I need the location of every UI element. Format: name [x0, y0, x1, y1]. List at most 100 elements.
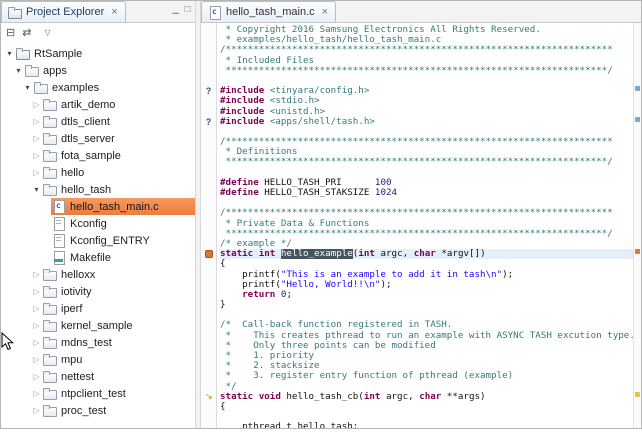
tree-item-body[interactable]: Makefile — [51, 249, 195, 266]
code-line[interactable]: pthread_t hello_tash; — [220, 422, 633, 428]
tree-item-body[interactable]: proc_test — [42, 402, 195, 419]
tree-item-body[interactable]: dtls_server — [42, 130, 195, 147]
code-line[interactable]: * Only three points can be modified — [220, 341, 633, 351]
code-line[interactable]: ****************************************… — [220, 229, 633, 239]
chevron-expanded-icon[interactable]: ▾ — [31, 185, 42, 194]
code-line[interactable]: #include <stdio.h> — [220, 96, 633, 106]
tree-item-body[interactable]: Kconfig_ENTRY — [51, 232, 195, 249]
chevron-collapsed-icon[interactable]: ▷ — [31, 406, 42, 415]
tree-item-body[interactable]: hello_tash — [42, 181, 195, 198]
tree-item-mpu[interactable]: ▷mpu — [1, 351, 195, 368]
chevron-collapsed-icon[interactable]: ▷ — [31, 134, 42, 143]
code-line[interactable]: * Private Data & Functions — [220, 219, 633, 229]
tree-item-mdns_test[interactable]: ▷mdns_test — [1, 334, 195, 351]
tree-item-body[interactable]: examples — [33, 79, 195, 96]
view-menu-icon[interactable]: ▽ — [44, 29, 50, 37]
tree-item-examples[interactable]: ▾examples — [1, 79, 195, 96]
chevron-collapsed-icon[interactable]: ▷ — [31, 389, 42, 398]
minimize-view-button[interactable]: ▁ — [173, 6, 179, 14]
tree-item-RtSample[interactable]: ▾RtSample — [1, 45, 195, 62]
code-line[interactable]: ****************************************… — [220, 66, 633, 76]
code-line[interactable]: ****************************************… — [220, 157, 633, 167]
code-line[interactable]: return 0; — [220, 290, 633, 300]
code-line[interactable]: /* Call-back function registered in TASH… — [220, 320, 633, 330]
tree-item-body[interactable]: mdns_test — [42, 334, 195, 351]
code-line[interactable]: * examples/hello_tash/hello_tash_main.c — [220, 35, 633, 45]
question-marker-icon[interactable]: ? — [206, 117, 212, 127]
tree-item-body[interactable]: fota_sample — [42, 147, 195, 164]
overview-mark-question[interactable] — [635, 117, 640, 122]
chevron-collapsed-icon[interactable]: ▷ — [31, 321, 42, 330]
collapse-all-icon[interactable]: ⊟ — [6, 28, 15, 39]
code-line[interactable]: * 3. register entry function of pthread … — [220, 371, 633, 381]
tab-project-explorer[interactable]: Project Explorer × — [1, 1, 126, 22]
tree-item-body[interactable]: helloxx — [42, 266, 195, 283]
tree-item-body[interactable]: ntpclient_test — [42, 385, 195, 402]
link-with-editor-icon[interactable]: ⇄ — [22, 28, 31, 39]
tree-item-nettest[interactable]: ▷nettest — [1, 368, 195, 385]
code-line[interactable]: * Included Files — [220, 56, 633, 66]
tree-item-body[interactable]: mpu — [42, 351, 195, 368]
tree-item-body[interactable]: Kconfig — [51, 215, 195, 232]
chevron-expanded-icon[interactable]: ▾ — [4, 49, 15, 58]
code-line[interactable] — [220, 168, 633, 178]
code-line[interactable]: printf("Hello, World!!\n"); — [220, 280, 633, 290]
code-line[interactable]: } — [220, 300, 633, 310]
tree-item-Kconfig_ENTRY[interactable]: Kconfig_ENTRY — [1, 232, 195, 249]
chevron-collapsed-icon[interactable]: ▷ — [31, 100, 42, 109]
chevron-collapsed-icon[interactable]: ▷ — [31, 168, 42, 177]
tree-item-Kconfig[interactable]: Kconfig — [1, 215, 195, 232]
close-icon[interactable]: × — [111, 7, 117, 18]
tree-item-hello[interactable]: ▷hello — [1, 164, 195, 181]
code-line[interactable] — [220, 310, 633, 320]
code-line[interactable] — [220, 198, 633, 208]
tree-item-dtls_server[interactable]: ▷dtls_server — [1, 130, 195, 147]
code-line[interactable] — [220, 412, 633, 422]
tree-item-dtls_client[interactable]: ▷dtls_client — [1, 113, 195, 130]
tree-item-body[interactable]: apps — [24, 62, 195, 79]
tree-item-body[interactable]: artik_demo — [42, 96, 195, 113]
chevron-expanded-icon[interactable]: ▾ — [13, 66, 24, 75]
code-line[interactable]: #define HELLO_TASH_PRI 100 — [220, 178, 633, 188]
tree-item-body[interactable]: hello_tash_main.c — [51, 198, 195, 215]
chevron-collapsed-icon[interactable]: ▷ — [31, 287, 42, 296]
chevron-expanded-icon[interactable]: ▾ — [22, 83, 33, 92]
overview-mark-question[interactable] — [635, 86, 640, 91]
code-line[interactable]: * Definitions — [220, 147, 633, 157]
code-line[interactable]: */ — [220, 382, 633, 392]
chevron-collapsed-icon[interactable]: ▷ — [31, 117, 42, 126]
code-line[interactable]: /***************************************… — [220, 45, 633, 55]
tree-item-kernel_sample[interactable]: ▷kernel_sample — [1, 317, 195, 334]
tree-item-proc_test[interactable]: ▷proc_test — [1, 402, 195, 419]
tree-item-body[interactable]: kernel_sample — [42, 317, 195, 334]
tree-item-iotivity[interactable]: ▷iotivity — [1, 283, 195, 300]
code-line[interactable] — [220, 127, 633, 137]
tree-item-fota_sample[interactable]: ▷fota_sample — [1, 147, 195, 164]
code-line[interactable]: #include <unistd.h> — [220, 107, 633, 117]
overview-ruler[interactable] — [633, 23, 641, 428]
maximize-view-button[interactable]: ☐ — [184, 6, 191, 14]
code-line[interactable]: /***************************************… — [220, 137, 633, 147]
tree-item-body[interactable]: RtSample — [15, 45, 195, 62]
chevron-collapsed-icon[interactable]: ▷ — [31, 304, 42, 313]
chevron-collapsed-icon[interactable]: ▷ — [31, 372, 42, 381]
tree-item-hello_tash[interactable]: ▾hello_tash — [1, 181, 195, 198]
code-line[interactable] — [220, 76, 633, 86]
code-line[interactable]: #define HELLO_TASH_STAKSIZE 1024 — [220, 188, 633, 198]
tree-item-body[interactable]: hello — [42, 164, 195, 181]
chevron-collapsed-icon[interactable]: ▷ — [31, 355, 42, 364]
tree-item-hello_tash_main.c[interactable]: hello_tash_main.c — [1, 198, 195, 215]
code-line[interactable]: printf("This is an example to add it in … — [220, 270, 633, 280]
tree-item-body[interactable]: dtls_client — [42, 113, 195, 130]
tree-item-Makefile[interactable]: Makefile — [1, 249, 195, 266]
close-icon[interactable]: × — [322, 7, 328, 18]
overview-mark-arrow[interactable] — [635, 392, 640, 397]
code-line[interactable]: #include <tinyara/config.h> — [220, 86, 633, 96]
code-line[interactable]: * Copyright 2016 Samsung Electronics All… — [220, 25, 633, 35]
tree-item-body[interactable]: iotivity — [42, 283, 195, 300]
tree-item-ntpclient_test[interactable]: ▷ntpclient_test — [1, 385, 195, 402]
tree-item-body[interactable]: nettest — [42, 368, 195, 385]
code-line[interactable]: #include <apps/shell/tash.h> — [220, 117, 633, 127]
code-line[interactable]: static void hello_tash_cb(int argc, char… — [220, 392, 633, 402]
tree-item-artik_demo[interactable]: ▷artik_demo — [1, 96, 195, 113]
